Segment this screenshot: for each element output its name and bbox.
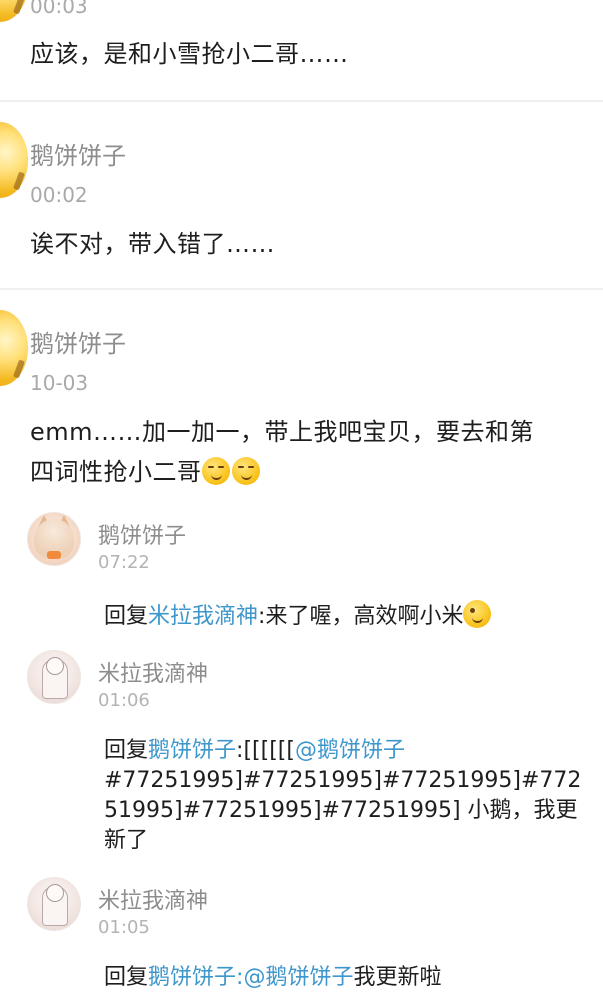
smirk-emoji-icon — [201, 457, 230, 485]
user-avatar[interactable] — [0, 310, 28, 386]
reply-avatar[interactable] — [27, 512, 81, 566]
reply-item[interactable]: 米拉我滴神 01:06 回复鹅饼饼子:[[[[[[@鹅饼饼子 #77251995]… — [0, 648, 603, 874]
comment-username[interactable]: 鹅饼饼子 — [30, 324, 126, 359]
reply-text: 回复鹅饼饼子:@鹅饼饼子我更新啦 — [104, 963, 594, 993]
reply-text: 回复米拉我滴神:来了喔，高效啊小米 — [104, 600, 594, 632]
user-avatar[interactable] — [0, 122, 28, 198]
reply-prefix: 回复 — [104, 738, 149, 763]
comment-username[interactable]: 鹅饼饼子 — [30, 136, 126, 171]
reply-text: 回复鹅饼饼子:[[[[[[@鹅饼饼子 #77251995]#77251995]#7… — [104, 736, 594, 856]
reply-username[interactable]: 鹅饼饼子 — [98, 518, 186, 550]
reply-target-link[interactable]: 鹅饼饼子 — [148, 965, 236, 990]
smirk-emoji-icon — [231, 457, 260, 485]
reply-avatar[interactable] — [27, 877, 81, 931]
comment-text: emm……加一加一，带上我吧宝贝，要去和第 四词性抢小二哥 — [30, 412, 603, 492]
reply-avatar[interactable] — [27, 650, 81, 704]
reply-time: 01:06 — [98, 690, 150, 711]
reply-content: #77251995]#77251995]#77251995]#77251995]… — [104, 768, 582, 853]
comment-item[interactable]: 00:03 应该，是和小雪抢小二哥…… — [0, 0, 603, 100]
reply-target-link[interactable]: 米拉我滴神 — [148, 604, 258, 629]
reply-time: 01:05 — [98, 917, 150, 938]
comment-text-line: emm……加一加一，带上我吧宝贝，要去和第 — [30, 418, 535, 446]
wink-emoji-icon — [463, 600, 492, 628]
comment-text: 应该，是和小雪抢小二哥…… — [30, 40, 349, 68]
reply-target-link[interactable]: 鹅饼饼子 — [148, 738, 236, 763]
comment-time: 10-03 — [30, 371, 89, 395]
avatar-head — [46, 657, 64, 675]
reply-time: 07:22 — [98, 552, 150, 573]
avatar-bow — [47, 551, 61, 559]
user-avatar[interactable] — [0, 0, 28, 22]
reply-prefix: 回复 — [104, 965, 149, 990]
reply-username[interactable]: 米拉我滴神 — [98, 656, 208, 688]
comment-time: 00:02 — [30, 183, 88, 207]
mention-link[interactable]: @鹅饼饼子 — [295, 738, 405, 763]
reply-content: 我更新啦 — [353, 965, 442, 990]
reply-item[interactable]: 鹅饼饼子 07:22 回复米拉我滴神:来了喔，高效啊小米 — [0, 510, 603, 640]
reply-username[interactable]: 米拉我滴神 — [98, 883, 208, 915]
comment-item[interactable]: 鹅饼饼子 00:02 诶不对，带入错了…… — [0, 102, 603, 288]
comment-text: 诶不对，带入错了…… — [30, 230, 275, 258]
reply-item[interactable]: 米拉我滴神 01:05 回复鹅饼饼子:@鹅饼饼子我更新啦 — [0, 875, 603, 1004]
comment-item[interactable]: 鹅饼饼子 10-03 emm……加一加一，带上我吧宝贝，要去和第 四词性抢小二哥… — [0, 290, 603, 1004]
reply-prefix: 回复 — [104, 604, 149, 629]
avatar-head — [46, 884, 64, 902]
comment-text-span: 四词性抢小二哥 — [30, 458, 202, 486]
comment-text-line: 四词性抢小二哥 — [30, 452, 603, 492]
comment-time: 00:03 — [30, 0, 88, 18]
mention-link[interactable]: @鹅饼饼子 — [243, 965, 353, 990]
reply-content: :[[[[[[ — [236, 738, 295, 763]
reply-content: :来了喔，高效啊小米 — [258, 604, 464, 629]
